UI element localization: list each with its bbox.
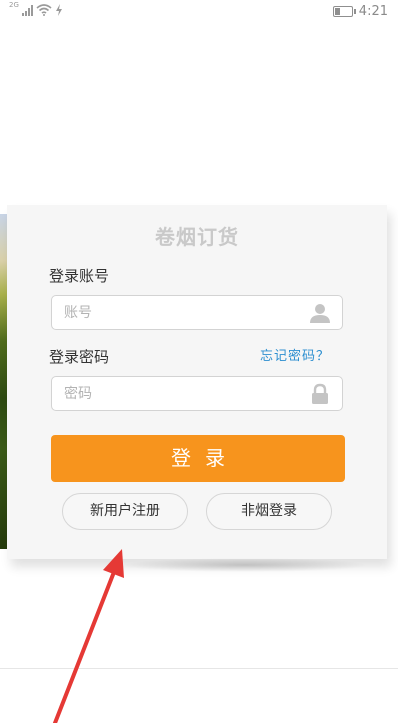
app-screen: 2G 4:21 卷烟订货 登录账号 账号 登录密码 忘记密码？ 登录 新用户注册… (0, 0, 398, 723)
annotation-arrow-icon (53, 549, 124, 723)
